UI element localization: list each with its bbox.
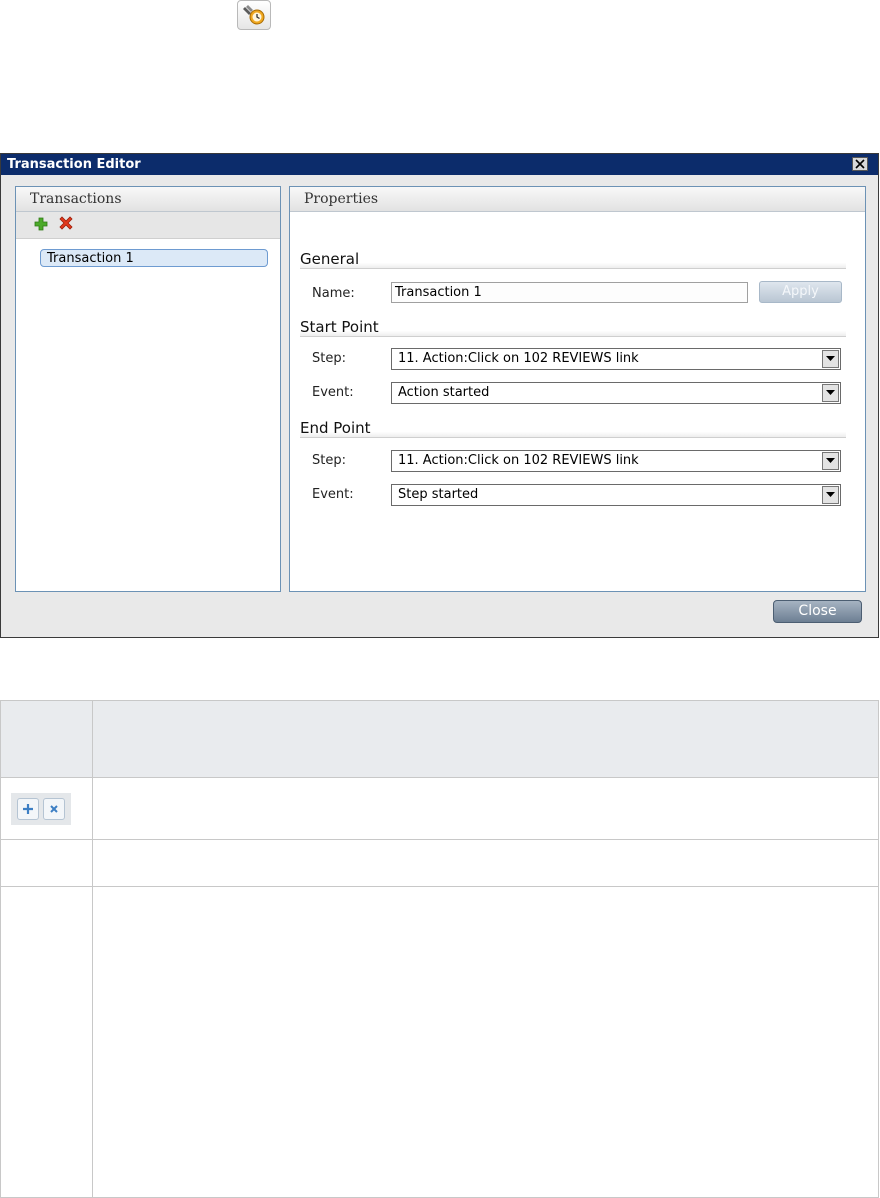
transactions-panel: Transactions Transaction 1	[15, 186, 281, 592]
add-delete-icons	[11, 792, 71, 825]
dropdown-arrow-icon[interactable]	[822, 384, 839, 402]
table-cell	[92, 839, 879, 887]
close-button[interactable]: Close	[773, 600, 862, 623]
end-event-label: Event:	[312, 487, 354, 502]
start-event-value: Action started	[398, 385, 490, 400]
table-cell	[0, 777, 93, 840]
start-step-value: 11. Action:Click on 102 REVIEWS link	[398, 351, 639, 366]
dropdown-arrow-icon[interactable]	[822, 452, 839, 470]
end-step-value: 11. Action:Click on 102 REVIEWS link	[398, 453, 639, 468]
table-cell	[92, 886, 879, 1198]
end-step-label: Step:	[312, 453, 346, 468]
end-step-select[interactable]: 11. Action:Click on 102 REVIEWS link	[391, 450, 841, 472]
properties-panel: Properties General Name: Transaction 1 A…	[289, 186, 866, 592]
ui-elements-table	[0, 700, 879, 1198]
end-event-value: Step started	[398, 487, 479, 502]
general-section-heading: General	[300, 250, 846, 269]
end-point-section-heading: End Point	[300, 419, 846, 438]
table-cell	[0, 839, 93, 887]
table-header-row	[0, 700, 879, 778]
close-icon[interactable]	[852, 157, 868, 171]
transaction-editor-icon[interactable]	[237, 0, 271, 30]
table-cell	[92, 777, 879, 840]
start-step-label: Step:	[312, 351, 346, 366]
start-event-select[interactable]: Action started	[391, 382, 841, 404]
start-step-select[interactable]: 11. Action:Click on 102 REVIEWS link	[391, 348, 841, 370]
table-row	[0, 777, 879, 840]
end-event-select[interactable]: Step started	[391, 484, 841, 506]
dialog-titlebar: Transaction Editor	[1, 154, 878, 175]
transactions-header: Transactions	[16, 187, 280, 212]
dropdown-arrow-icon[interactable]	[822, 486, 839, 504]
apply-button[interactable]: Apply	[759, 281, 842, 303]
name-label: Name:	[312, 286, 355, 301]
table-header-cell	[92, 700, 879, 778]
x-icon	[43, 797, 65, 820]
transaction-list-item[interactable]: Transaction 1	[40, 249, 268, 267]
start-event-label: Event:	[312, 385, 354, 400]
name-input[interactable]: Transaction 1	[391, 282, 748, 303]
properties-header: Properties	[290, 187, 865, 212]
dropdown-arrow-icon[interactable]	[822, 350, 839, 368]
table-header-cell	[0, 700, 93, 778]
table-row	[0, 839, 879, 887]
transaction-editor-dialog: Transaction Editor Transactions Transact…	[0, 153, 879, 638]
table-row	[0, 886, 879, 1198]
delete-transaction-button[interactable]	[58, 215, 74, 235]
start-point-section-heading: Start Point	[300, 318, 846, 337]
add-transaction-button[interactable]	[34, 216, 48, 235]
red-x-icon	[59, 216, 73, 230]
wrench-clock-icon	[243, 5, 265, 25]
transactions-toolbar	[16, 212, 280, 239]
table-cell	[0, 886, 93, 1198]
plus-icon	[17, 797, 39, 820]
dialog-title: Transaction Editor	[7, 157, 141, 172]
plus-icon	[34, 217, 48, 230]
